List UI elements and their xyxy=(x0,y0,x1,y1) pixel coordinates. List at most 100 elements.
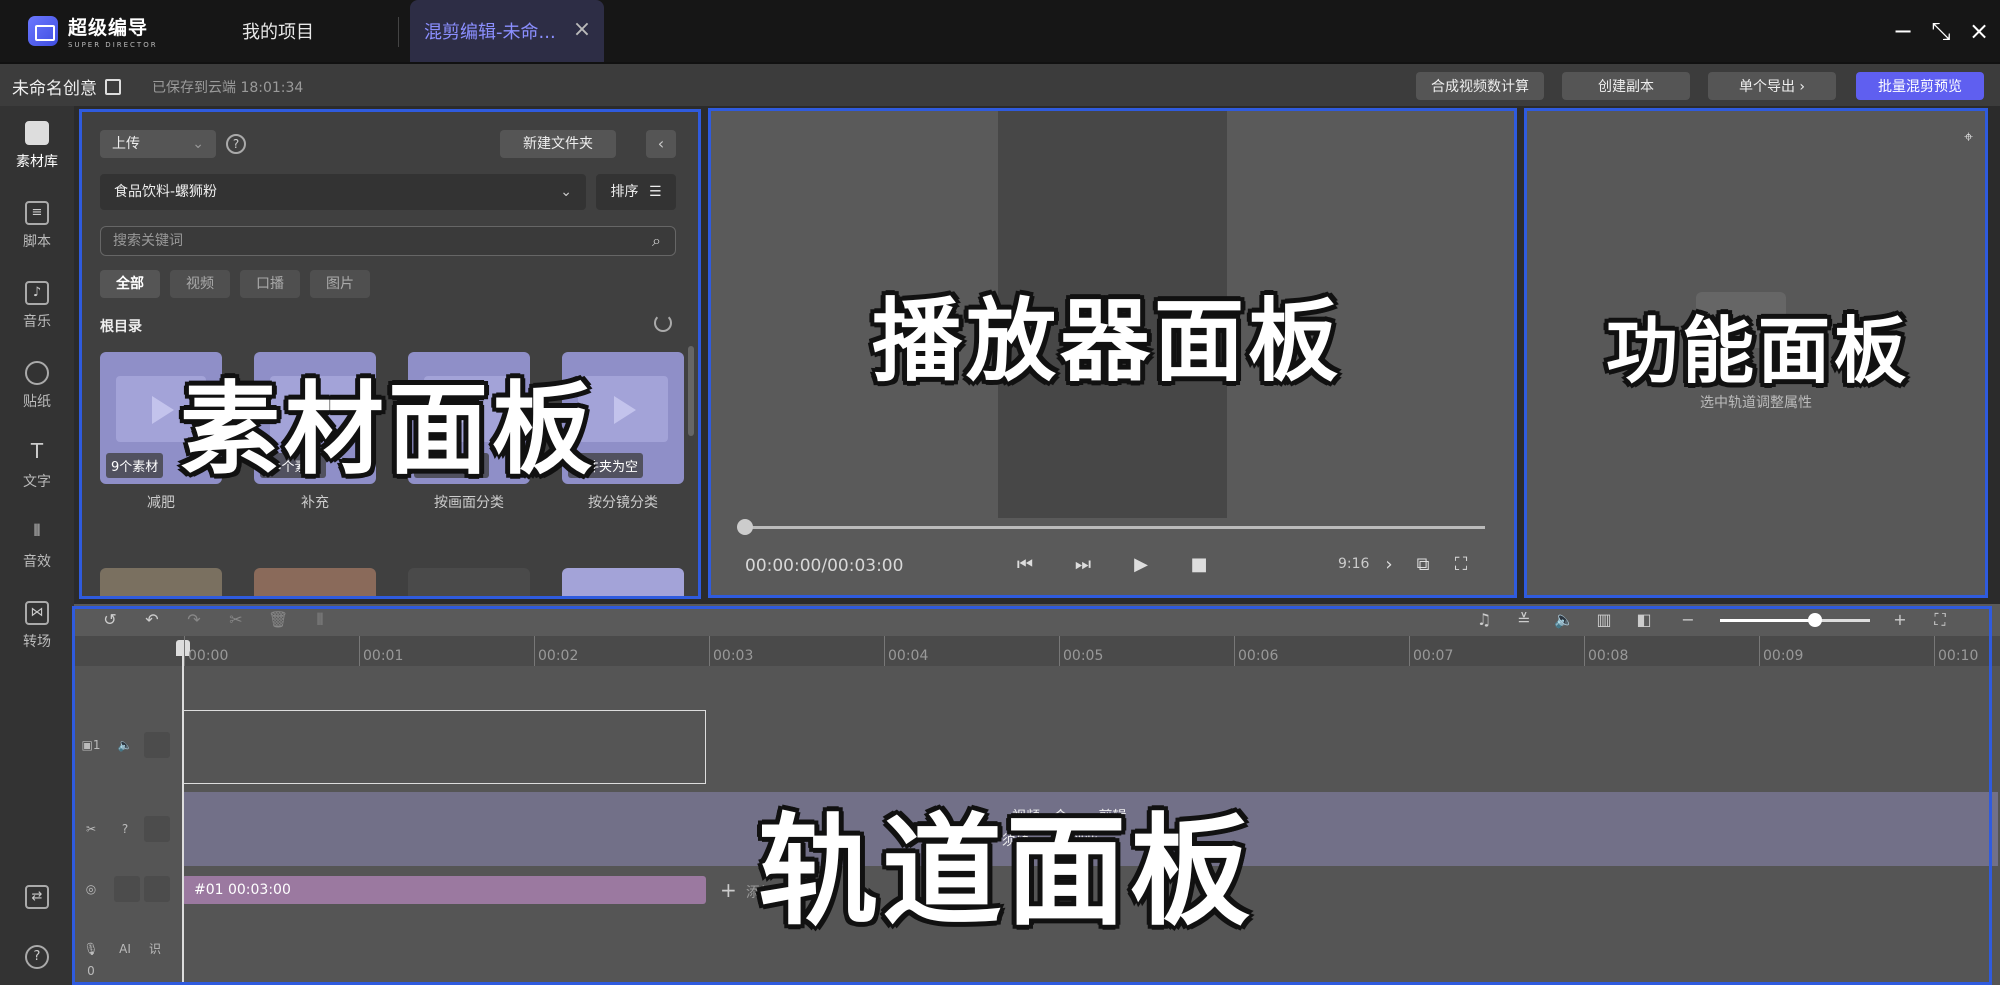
restore-icon[interactable]: ⤡ xyxy=(1928,18,1954,44)
play-icon[interactable]: ▶ xyxy=(1130,554,1152,576)
ruler-tick-label: 00:08 xyxy=(1588,648,1629,664)
project-name-text: 未命名创意 xyxy=(12,79,97,99)
filter-voiceover[interactable]: 口播 xyxy=(240,270,300,298)
skip-back-icon[interactable]: ⏮ xyxy=(1014,554,1036,576)
tab-divider xyxy=(398,17,399,47)
refresh-icon[interactable] xyxy=(654,314,672,332)
media-thumbnail[interactable] xyxy=(254,568,376,597)
import-button[interactable]: ⇄ xyxy=(0,880,74,920)
ruler-tick-label: 00:06 xyxy=(1238,648,1279,664)
text-icon: T xyxy=(30,439,44,463)
rail-label: 音效 xyxy=(23,554,51,570)
delete-icon[interactable]: 🗑 xyxy=(268,610,288,630)
rail-item-library[interactable]: 素材库 xyxy=(0,110,74,182)
rail-item-script[interactable]: ≡ 脚本 xyxy=(0,190,74,262)
video-track-drop-zone[interactable] xyxy=(182,710,706,784)
timeline-toolbar: ↺ ↶ ↷ ✂ 🗑 ⫴ ♫ ≚ 🔈 ▥ ◧ − + ⛶ xyxy=(74,604,2000,636)
filter-image[interactable]: 图片 xyxy=(310,270,370,298)
single-export-button[interactable]: 单个导出 › xyxy=(1708,72,1836,100)
redo-icon[interactable]: ↷ xyxy=(184,610,204,630)
media-thumbnail[interactable] xyxy=(562,568,684,597)
ruler-tick xyxy=(884,636,885,666)
pin-icon[interactable]: ⌖ xyxy=(1964,129,1978,145)
upload-dropdown[interactable]: 上传 ⌄ xyxy=(100,130,216,158)
filter-all[interactable]: 全部 xyxy=(100,270,160,298)
batch-preview-button[interactable]: 批量混剪预览 xyxy=(1856,72,1984,100)
reset-icon[interactable]: ↺ xyxy=(100,610,120,630)
zoom-slider-knob[interactable] xyxy=(1808,613,1822,627)
question-icon[interactable]: ? xyxy=(114,818,136,840)
ruler-tick-label: 00:01 xyxy=(363,648,404,664)
rail-item-text[interactable]: T 文字 xyxy=(0,430,74,502)
rail-item-music[interactable]: ♪ 音乐 xyxy=(0,270,74,342)
help-icon: ? xyxy=(25,945,49,969)
player-panel-label: 播放器面板 xyxy=(872,289,1342,394)
split-icon[interactable]: ⫴ xyxy=(310,610,330,630)
ruler-tick-label: 00:09 xyxy=(1763,648,1804,664)
chevron-down-icon: ⌄ xyxy=(192,136,204,152)
media-thumbnail[interactable] xyxy=(100,568,222,597)
step-forward-icon[interactable]: ⏭ xyxy=(1072,554,1094,576)
zoom-out-icon[interactable]: − xyxy=(1678,610,1698,630)
logo-subtext: SUPER DIRECTOR xyxy=(68,41,158,49)
filter-video[interactable]: 视频 xyxy=(170,270,230,298)
chevron-right-icon[interactable]: › xyxy=(1378,554,1400,576)
minimize-icon[interactable]: − xyxy=(1890,18,1916,44)
tab-edit-label: 混剪编辑-未命... xyxy=(424,22,556,43)
track-slot[interactable] xyxy=(144,732,170,758)
volume-icon[interactable]: 🔈 xyxy=(1554,610,1574,630)
playback-progress-knob[interactable] xyxy=(737,519,753,535)
recognize-icon[interactable]: 识 xyxy=(144,938,166,960)
folder-label: 补充 xyxy=(301,495,329,511)
ai-icon[interactable]: AI xyxy=(114,938,136,960)
ruler-tick xyxy=(1059,636,1060,666)
aspect-ratio-label[interactable]: 9:16 xyxy=(1338,556,1369,572)
root-directory-label: 根目录 xyxy=(100,319,142,335)
rail-item-transition[interactable]: ⋈ 转场 xyxy=(0,590,74,662)
add-icon[interactable]: + xyxy=(720,878,737,902)
sort-button[interactable]: 排序 ☰ xyxy=(596,174,676,210)
snap-icon[interactable]: ◧ xyxy=(1634,610,1654,630)
search-icon[interactable]: ⌕ xyxy=(652,227,661,255)
rail-item-sticker[interactable]: 贴纸 xyxy=(0,350,74,422)
pip-icon[interactable]: ⧉ xyxy=(1412,554,1434,576)
ruler-tick-label: 00:10 xyxy=(1938,648,1979,664)
sticker-track-icon[interactable]: ◎ xyxy=(80,878,102,900)
scissors-icon[interactable]: ✂ xyxy=(80,818,102,840)
media-thumbnail[interactable] xyxy=(408,568,530,597)
tab-my-projects[interactable]: 我的项目 xyxy=(242,0,314,62)
close-tab-icon[interactable]: × xyxy=(572,19,592,41)
close-window-icon[interactable]: × xyxy=(1966,18,1992,44)
volume-icon[interactable]: 🔈 xyxy=(114,734,136,756)
search-input[interactable]: 搜索关键词 ⌕ xyxy=(100,226,676,256)
collapse-panel-icon[interactable]: ‹ xyxy=(646,130,676,158)
rail-label: 转场 xyxy=(23,634,51,650)
track-slot[interactable] xyxy=(114,876,140,902)
ruler-tick-label: 00:03 xyxy=(713,648,754,664)
new-folder-button[interactable]: 新建文件夹 xyxy=(500,130,616,158)
stop-icon[interactable]: ■ xyxy=(1188,554,1210,576)
edit-icon[interactable] xyxy=(105,78,121,95)
undo-icon[interactable]: ↶ xyxy=(142,610,162,630)
help-button[interactable]: ? xyxy=(0,940,74,980)
layout-icon[interactable]: ▥ xyxy=(1594,610,1614,630)
track-slot[interactable] xyxy=(144,816,170,842)
audio-detach-icon[interactable]: ♫ xyxy=(1474,610,1494,630)
fullscreen-icon[interactable]: ⛶ xyxy=(1450,554,1472,576)
compute-video-count-button[interactable]: 合成视频数计算 xyxy=(1416,72,1544,100)
track-slot[interactable] xyxy=(144,876,170,902)
project-name[interactable]: 未命名创意 xyxy=(12,74,121,99)
tab-edit-project[interactable]: 混剪编辑-未命... × xyxy=(410,0,604,62)
playhead[interactable] xyxy=(182,640,184,985)
category-select[interactable]: 食品饮料-螺狮粉 ⌄ xyxy=(100,174,586,210)
help-icon[interactable]: ? xyxy=(226,134,246,154)
track-icon[interactable]: ≚ xyxy=(1514,610,1534,630)
material-scrollbar[interactable] xyxy=(688,346,694,436)
create-copy-button[interactable]: 创建副本 xyxy=(1562,72,1690,100)
rail-item-sound-effect[interactable]: ⫴ 音效 xyxy=(0,510,74,582)
zoom-in-icon[interactable]: + xyxy=(1890,610,1910,630)
cut-icon[interactable]: ✂ xyxy=(226,610,246,630)
playback-progress-track[interactable] xyxy=(745,526,1485,529)
fit-icon[interactable]: ⛶ xyxy=(1930,610,1950,630)
audio-clip[interactable]: #01 00:03:00 xyxy=(182,876,706,904)
